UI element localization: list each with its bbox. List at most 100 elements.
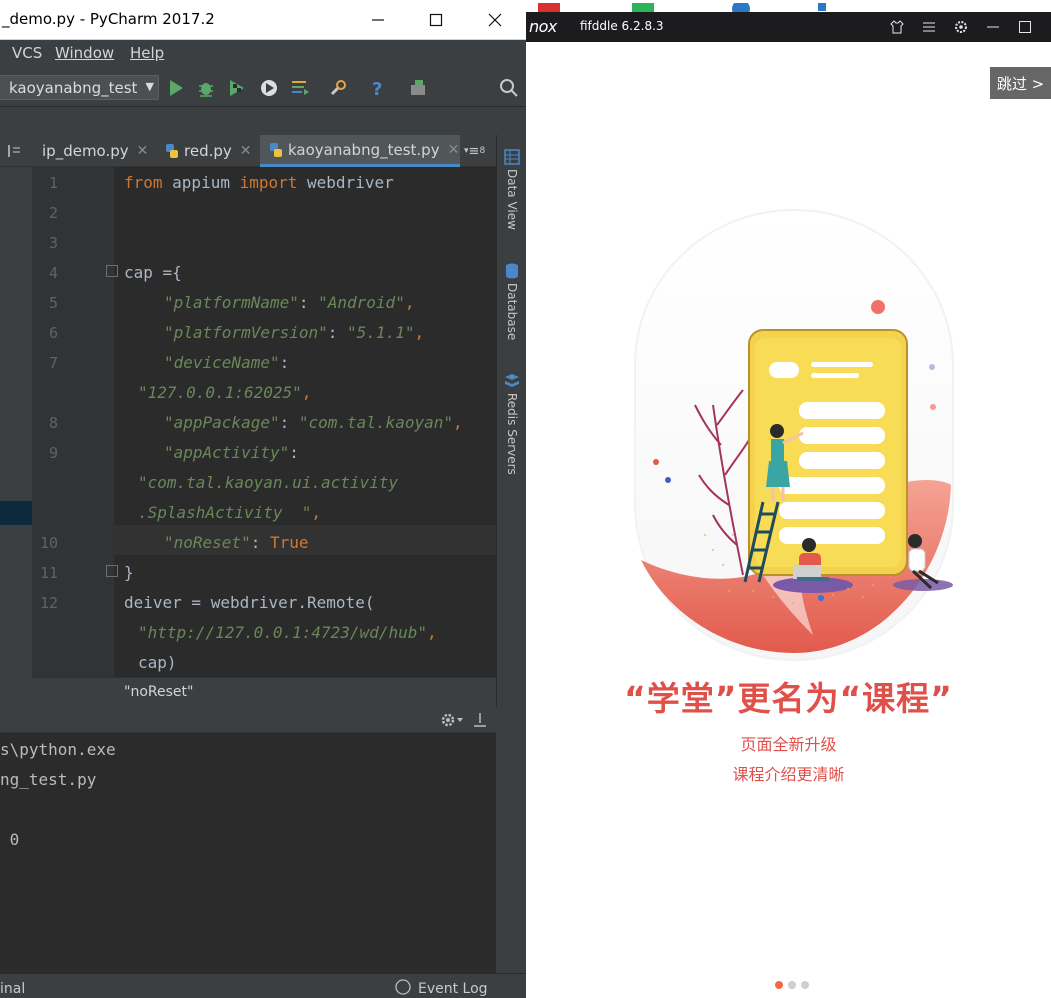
minimize-button[interactable] — [364, 6, 392, 34]
settings-button[interactable] — [327, 77, 349, 99]
wrench-icon — [330, 80, 346, 96]
splash-headline: “学堂”更名为“课程” — [624, 679, 953, 718]
run-panel-header — [0, 707, 496, 733]
code-line-9: "appActivity": — [164, 443, 299, 462]
line-number: 4 — [48, 264, 58, 282]
code-line-9-wrap2: .SplashActivity ", — [138, 503, 322, 522]
run-config-label: kaoyanabng_test — [9, 79, 138, 97]
code-editor[interactable]: 1 2 3 4 5 6 7 8 9 10 11 12 from appium i… — [32, 167, 496, 677]
fold-marker-icon[interactable] — [106, 265, 118, 277]
menu-help[interactable]: Help — [130, 44, 164, 62]
help-icon: ? — [372, 79, 382, 98]
minimize-icon — [372, 19, 384, 21]
python-file-icon — [270, 142, 282, 157]
editor-tabs: ip_demo.py ✕ red.py ✕ kaoyanabng_test.py… — [0, 135, 496, 167]
breadcrumb-item[interactable]: "noReset" — [124, 684, 193, 700]
line-number: 2 — [48, 204, 58, 222]
console-side-strip — [496, 707, 526, 973]
concurrency-button[interactable] — [289, 77, 311, 99]
line-number: 9 — [48, 444, 58, 462]
debug-button[interactable] — [195, 77, 217, 99]
line-number: 7 — [48, 354, 58, 372]
tool-database[interactable]: Database — [505, 283, 519, 340]
maximize-icon — [429, 13, 443, 27]
tab-label: red.py — [184, 142, 232, 160]
pycharm-titlebar: _demo.py - PyCharm 2017.2 — [0, 0, 526, 40]
project-toggle[interactable] — [6, 135, 36, 167]
tool-data-view[interactable]: Data View — [505, 169, 519, 230]
breadcrumb: "noReset" — [32, 677, 496, 707]
right-tool-strip: Data View Database Redis Servers — [496, 135, 526, 707]
close-button[interactable] — [481, 6, 509, 34]
nox-logo: nox — [529, 17, 557, 36]
nox-maximize-button[interactable] — [1016, 18, 1034, 36]
run-config-dropdown[interactable]: kaoyanabng_test ▼ — [0, 75, 159, 100]
run-button[interactable] — [165, 77, 187, 99]
bug-icon — [199, 83, 213, 97]
data-view-icon — [504, 149, 520, 165]
project-selected-row — [0, 501, 32, 525]
skin-button[interactable] — [888, 18, 906, 36]
maximize-icon — [1019, 21, 1031, 33]
code-line-7: "deviceName": — [164, 353, 290, 372]
coverage-icon — [230, 80, 244, 96]
tab-red[interactable]: red.py ✕ — [164, 135, 256, 167]
run-console[interactable]: s\python.exe ng_test.py 0 — [0, 733, 496, 973]
close-tab-icon[interactable]: ✕ — [240, 143, 252, 159]
maximize-button[interactable] — [422, 6, 450, 34]
code-line-11: } — [124, 563, 134, 582]
nox-minimize-button[interactable] — [984, 18, 1002, 36]
page-dot[interactable] — [775, 981, 783, 989]
code-line-12-wrap: "http://127.0.0.1:4723/wd/hub", — [138, 623, 437, 642]
project-panel-edge — [0, 167, 32, 707]
splash-subtitle-2: 课程介绍更清晰 — [732, 765, 845, 784]
close-tab-icon[interactable]: ✕ — [448, 142, 460, 158]
line-number: 5 — [48, 294, 58, 312]
code-line-8: "appPackage": "com.tal.kaoyan", — [164, 413, 463, 432]
skip-button[interactable]: 跳过 > — [990, 67, 1051, 99]
vcs-button[interactable] — [407, 77, 429, 99]
tab-kaoyanabng-test[interactable]: kaoyanabng_test.py ✕ — [260, 135, 460, 167]
gear-icon[interactable] — [440, 711, 464, 729]
profile-button[interactable] — [258, 77, 280, 99]
splash-subtitle-1: 页面全新升级 — [740, 735, 837, 754]
taskbar-peek — [526, 0, 1051, 18]
line-number: 8 — [48, 414, 58, 432]
nox-menu-button[interactable] — [920, 18, 938, 36]
code-line-10: "noReset": True — [164, 533, 309, 552]
fold-marker-icon[interactable] — [106, 565, 118, 577]
code-line-7-wrap: "127.0.0.1:62025", — [138, 383, 312, 402]
tab-overflow-button[interactable]: ▾ ≡ 8 — [464, 135, 494, 167]
coverage-button[interactable] — [226, 77, 248, 99]
help-button[interactable]: ? — [367, 77, 389, 99]
terminal-tab[interactable]: inal — [0, 981, 25, 997]
pin-icon[interactable] — [472, 711, 488, 729]
shirt-icon — [890, 20, 904, 34]
panel-toggle-icon — [8, 145, 20, 157]
event-log-button[interactable]: Event Log — [418, 981, 488, 997]
page-dot[interactable] — [788, 981, 796, 989]
line-number: 3 — [48, 234, 58, 252]
concurrency-icon — [292, 81, 309, 95]
menu-vcs[interactable]: VCS — [12, 44, 42, 62]
main-toolbar: kaoyanabng_test ▼ ? — [0, 69, 526, 107]
code-line-4: cap ={ — [124, 263, 182, 282]
tab-ip-demo[interactable]: ip_demo.py ✕ — [42, 135, 154, 167]
page-dot[interactable] — [801, 981, 809, 989]
console-line: 0 — [0, 830, 20, 849]
nox-titlebar: nox fifddle 6.2.8.3 — [526, 12, 1051, 42]
close-icon — [488, 13, 502, 27]
nox-app-name: fifddle 6.2.8.3 — [580, 19, 664, 33]
menu-window[interactable]: Window — [55, 44, 114, 62]
tool-redis-servers[interactable]: Redis Servers — [505, 393, 519, 475]
python-file-icon — [166, 144, 178, 158]
redis-icon — [505, 374, 519, 387]
search-icon — [500, 79, 518, 97]
gear-icon — [955, 21, 967, 33]
line-number: 6 — [48, 324, 58, 342]
search-button[interactable] — [498, 77, 520, 99]
nox-settings-button[interactable] — [952, 18, 970, 36]
splash-illustration — [634, 208, 954, 662]
line-number: 12 — [39, 594, 58, 612]
close-tab-icon[interactable]: ✕ — [137, 143, 149, 159]
